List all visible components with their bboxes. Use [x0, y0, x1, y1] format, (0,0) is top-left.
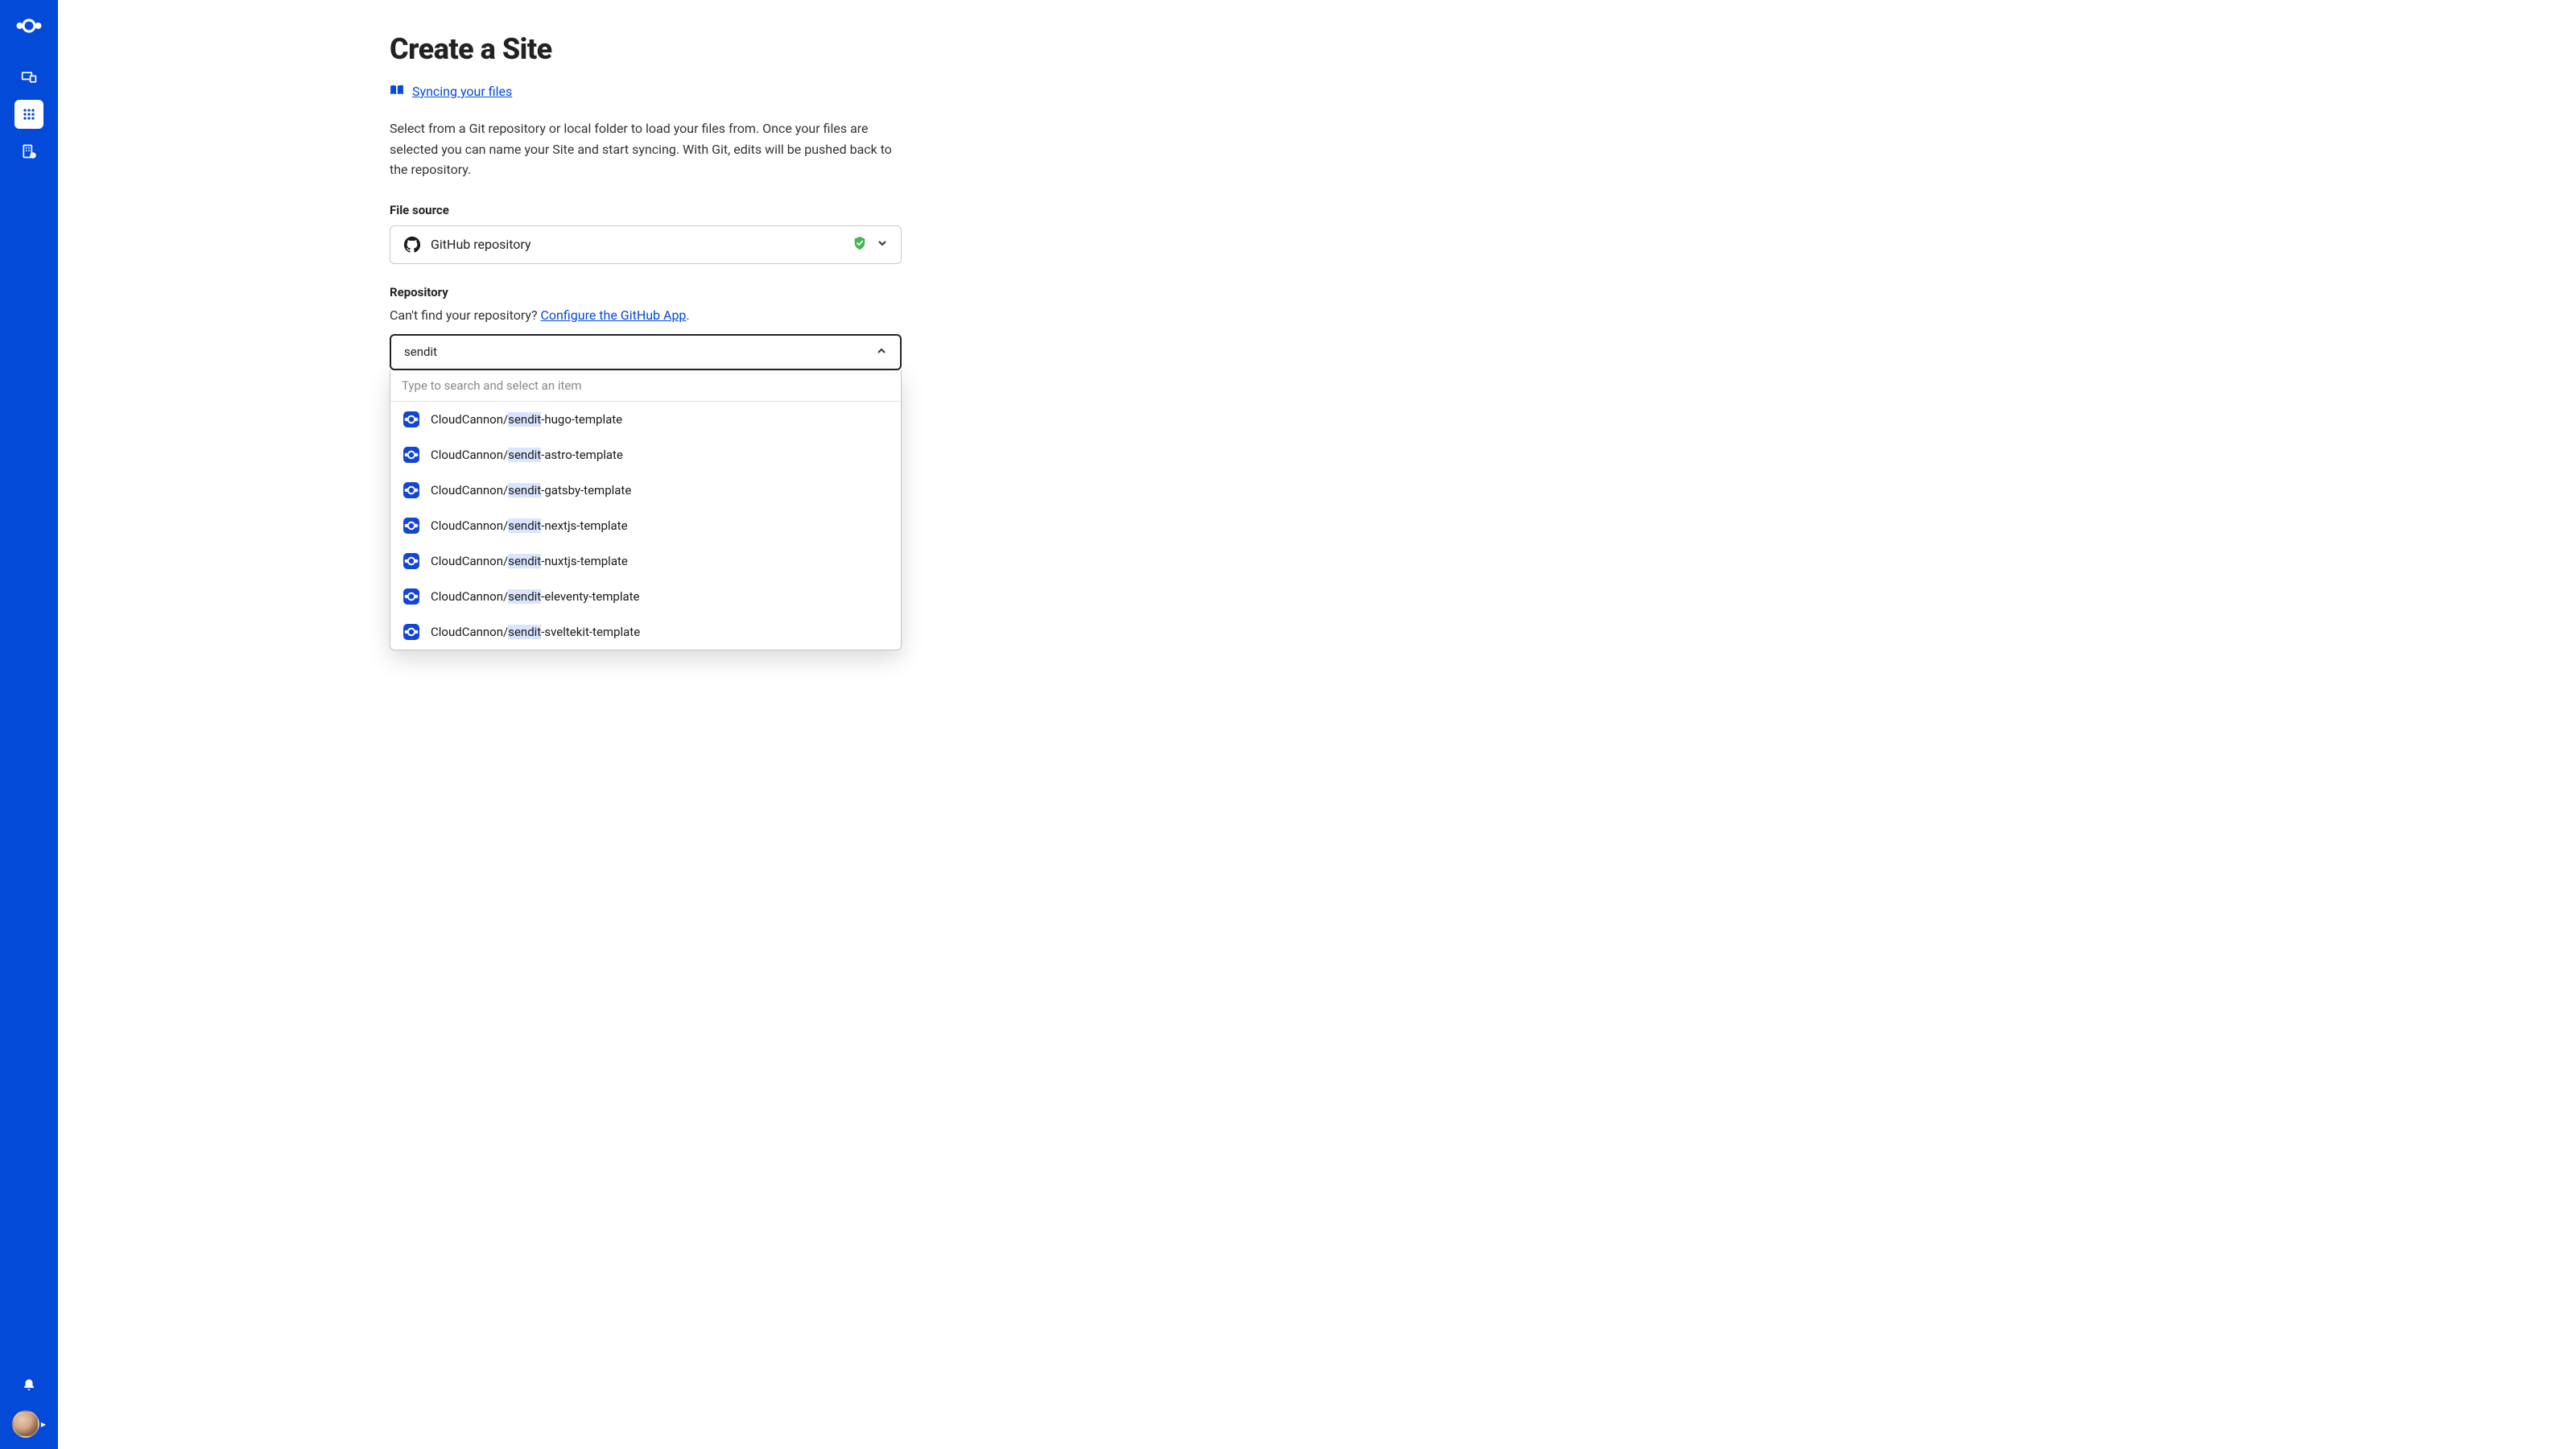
main-content: Create a Site Syncing your files Select … [58, 0, 2576, 1449]
page-title: Create a Site [390, 32, 902, 66]
repository-combobox[interactable] [390, 334, 902, 370]
cloudcannon-repo-icon [402, 551, 421, 571]
repository-option-label: CloudCannon/sendit-nuxtjs-template [431, 554, 628, 568]
avatar [12, 1410, 39, 1438]
nav-org-settings[interactable] [14, 137, 43, 166]
configure-github-app-link[interactable]: Configure the GitHub App [541, 308, 687, 323]
repository-option[interactable]: CloudCannon/sendit-hugo-template [390, 402, 901, 437]
cloudcannon-repo-icon [402, 622, 421, 642]
file-source-value: GitHub repository [431, 237, 843, 252]
cloudcannon-repo-icon [402, 410, 421, 429]
file-source-select[interactable]: GitHub repository [390, 225, 902, 264]
nav-apps[interactable] [14, 100, 43, 129]
repository-search-input[interactable] [404, 345, 876, 359]
repository-option-label: CloudCannon/sendit-nextjs-template [431, 518, 628, 533]
help-link-syncing[interactable]: Syncing your files [412, 84, 512, 99]
repository-option[interactable]: CloudCannon/sendit-nextjs-template [390, 508, 901, 543]
repository-option-label: CloudCannon/sendit-hugo-template [431, 412, 622, 427]
repository-option-label: CloudCannon/sendit-gatsby-template [431, 483, 631, 497]
cloudcannon-repo-icon [402, 587, 421, 606]
repository-option[interactable]: CloudCannon/sendit-astro-template [390, 437, 901, 473]
repository-option-label: CloudCannon/sendit-eleventy-template [431, 589, 640, 604]
repository-label: Repository [390, 285, 902, 299]
cloudcannon-repo-icon [402, 481, 421, 500]
notifications-icon[interactable] [22, 1378, 36, 1396]
github-icon [403, 236, 421, 254]
verified-shield-icon [852, 236, 867, 254]
user-menu[interactable]: ▶ [12, 1410, 46, 1438]
repository-option[interactable]: CloudCannon/sendit-gatsby-template [390, 473, 901, 508]
book-icon [390, 84, 404, 99]
cloudcannon-repo-icon [402, 445, 421, 464]
repository-option[interactable]: CloudCannon/sendit-eleventy-template [390, 579, 901, 614]
repository-help-text: Can't find your repository? Configure th… [390, 308, 902, 323]
repository-option[interactable]: CloudCannon/sendit-nuxtjs-template [390, 543, 901, 579]
logo[interactable] [14, 11, 43, 40]
chevron-down-icon [877, 237, 888, 252]
cloudcannon-logo-icon [14, 11, 43, 40]
sidebar: ▶ [0, 0, 58, 1449]
repository-option-label: CloudCannon/sendit-astro-template [431, 448, 623, 462]
cloudcannon-repo-icon [402, 516, 421, 535]
chevron-up-icon [876, 345, 887, 360]
repository-dropdown: Type to search and select an item CloudC… [390, 370, 902, 650]
dropdown-hint: Type to search and select an item [390, 370, 901, 402]
nav-devices[interactable] [14, 63, 43, 92]
caret-right-icon: ▶ [41, 1421, 46, 1428]
file-source-label: File source [390, 203, 902, 217]
repository-option[interactable]: CloudCannon/sendit-sveltekit-template [390, 614, 901, 650]
repository-option-label: CloudCannon/sendit-sveltekit-template [431, 625, 640, 639]
page-description: Select from a Git repository or local fo… [390, 118, 902, 180]
